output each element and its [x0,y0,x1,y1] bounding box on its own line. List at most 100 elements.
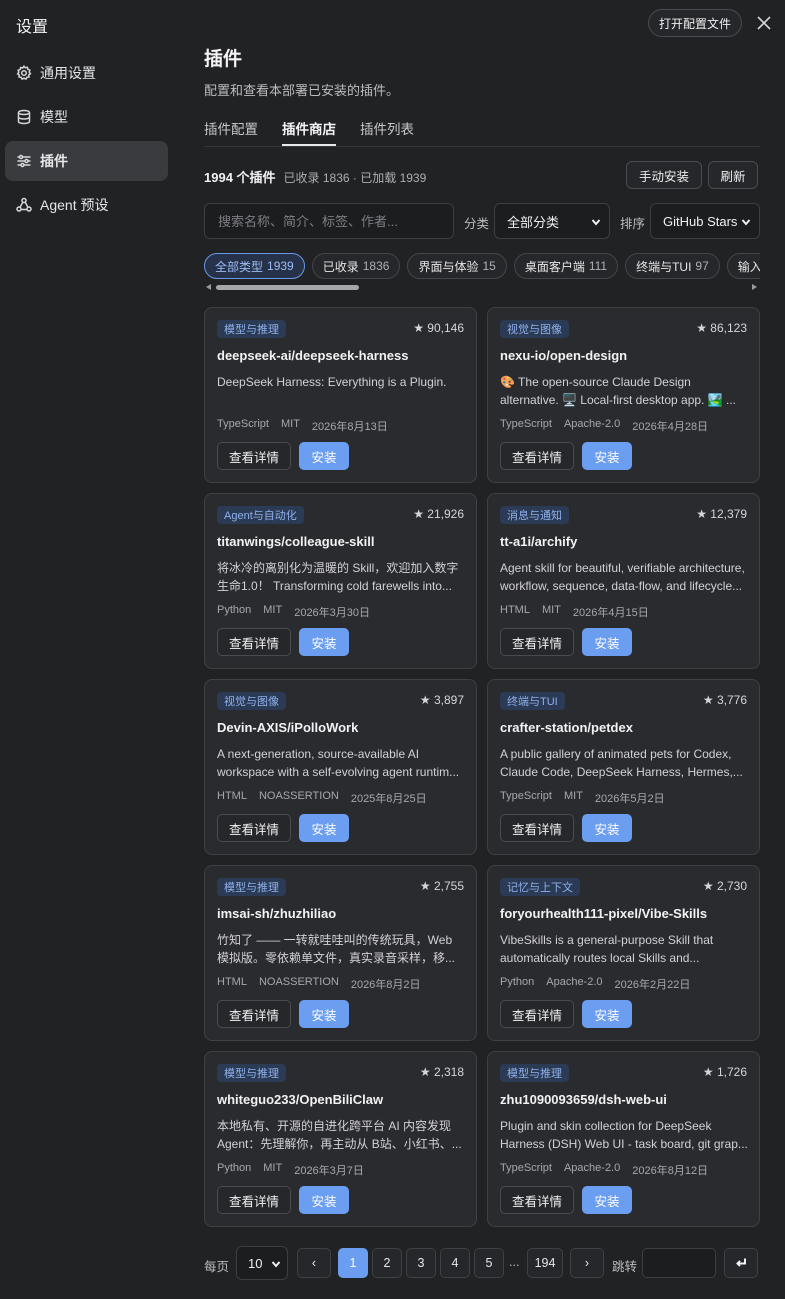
view-details-button[interactable]: 查看详情 [217,814,291,842]
sidebar-item-models[interactable]: 模型 [5,97,168,137]
category-tag: 模型与推理 [217,1064,286,1082]
plugin-meta: Python MIT 2026年3月30日 [217,604,382,620]
view-details-button[interactable]: 查看详情 [500,814,574,842]
filter-chip[interactable]: 已收录 1836 [311,253,401,279]
page-button[interactable]: 4 [440,1248,470,1278]
install-button[interactable]: 安装 [582,1186,632,1214]
scroll-left-arrow-icon[interactable] [206,284,211,290]
prev-page-button[interactable]: ‹ [297,1248,331,1278]
jump-page-input[interactable] [642,1248,716,1278]
close-button[interactable] [754,13,774,33]
plugin-meta: Python MIT 2026年3月7日 [217,1162,376,1178]
agent-icon [16,197,32,212]
plugin-description: 竹知了 —— 一转就哇哇叫的传统玩具，Web 模拟版。零依赖单文件，真实录音采样… [217,933,456,965]
sidebar-item-agent-presets[interactable]: Agent 预设 [5,185,168,225]
filter-chip[interactable]: 界面与体验 15 [407,253,507,279]
plugin-description: DeepSeek Harness: Everything is a Plugin… [217,375,447,389]
page-button-last[interactable]: 194 [527,1248,563,1278]
view-details-button[interactable]: 查看详情 [500,628,574,656]
plugin-card: 模型与推理 ★ 90,146 deepseek-ai/deepseek-harnes… [204,307,477,483]
plugin-meta: TypeScript MIT 2026年5月2日 [500,790,677,806]
install-button[interactable]: 安装 [582,1000,632,1028]
pagination-ellipsis: ... [509,1255,520,1269]
view-details-button[interactable]: 查看详情 [217,628,291,656]
database-icon [17,109,31,125]
enter-icon [736,1258,746,1267]
plugin-license: Apache-2.0 [563,1162,621,1174]
category-tag: 模型与推理 [217,320,286,338]
plugin-repo-name: deepseek-ai/deepseek-harness [217,348,409,363]
install-button[interactable]: 安装 [299,1000,349,1028]
plugin-updated-date: 2026年8月2日 [350,979,421,991]
sort-select[interactable]: GitHub Stars [650,203,760,239]
install-button[interactable]: 安装 [299,814,349,842]
sidebar-item-general[interactable]: 通用设置 [5,53,168,93]
plugin-count: 1994 个插件 已收录 1836 · 已加载 1939 [204,167,426,186]
sidebar-item-label: 插件 [40,153,68,169]
sort-label: 排序 [620,217,646,231]
install-button[interactable]: 安装 [582,814,632,842]
plugin-repo-name: Devin-AXIS/iPolloWork [217,720,359,735]
page-button[interactable]: 5 [474,1248,504,1278]
category-tag: 视觉与图像 [500,320,569,338]
plugin-description: Agent skill for beautiful, verifiable ar… [500,561,745,593]
filter-chip-count: 111 [588,259,608,273]
install-button[interactable]: 安装 [582,628,632,656]
install-button[interactable]: 安装 [582,442,632,470]
filter-chip[interactable]: 桌面客户端 111 [513,253,619,279]
open-config-file-button[interactable]: 打开配置文件 [648,9,742,37]
tab-plugin-store[interactable]: 插件商店 [282,118,336,146]
view-details-button[interactable]: 查看详情 [500,1000,574,1028]
plugin-repo-name: zhu1090093659/dsh-web-ui [500,1092,667,1107]
plugin-updated-date: 2026年4月15日 [572,607,649,619]
install-button[interactable]: 安装 [299,442,349,470]
filter-chip-count: 15 [482,259,496,273]
scroll-right-arrow-icon[interactable] [752,284,757,290]
filter-chip[interactable]: 输入与 [726,253,760,279]
per-page-select[interactable]: 10 [236,1246,288,1280]
category-tag: Agent与自动化 [217,506,304,524]
sidebar-title: 设置 [16,19,49,36]
star-count: ★ 90,146 [413,321,464,335]
manual-install-button[interactable]: 手动安装 [626,161,702,189]
plugin-card: 模型与推理 ★ 2,318 whiteguo233/OpenBiliClaw 本地私有… [204,1051,477,1227]
chevron-down-icon [591,219,601,226]
sidebar-item-plugins[interactable]: 插件 [5,141,168,181]
refresh-button[interactable]: 刷新 [708,161,758,189]
category-select-value: 全部分类 [507,214,560,230]
page-button[interactable]: 1 [338,1248,368,1278]
view-details-button[interactable]: 查看详情 [217,442,291,470]
sort-select-value: GitHub Stars [663,213,738,229]
search-input[interactable] [204,203,454,239]
plugin-description: 🎨 The open-source Claude Design alternat… [500,375,736,407]
plugin-card: 消息与通知 ★ 12,379 tt-a1i/archify Agent skill f… [487,493,760,669]
filter-chip[interactable]: 全部类型 1939 [204,253,305,279]
plugin-repo-name: whiteguo233/OpenBiliClaw [217,1092,384,1107]
plugin-updated-date: 2026年5月2日 [594,793,665,805]
chips-scrollbar[interactable] [216,285,359,290]
chevron-down-icon [271,1261,281,1268]
category-select[interactable]: 全部分类 [494,203,610,239]
tab-plugin-list[interactable]: 插件列表 [360,118,414,146]
view-details-button[interactable]: 查看详情 [500,1186,574,1214]
install-button[interactable]: 安装 [299,628,349,656]
category-tag: 视觉与图像 [217,692,286,710]
tab-plugin-config[interactable]: 插件配置 [204,118,258,146]
filter-chip-label: 全部类型 [215,259,264,274]
view-details-button[interactable]: 查看详情 [217,1000,291,1028]
view-details-button[interactable]: 查看详情 [500,442,574,470]
star-count: ★ 2,730 [702,879,747,893]
install-button[interactable]: 安装 [299,1186,349,1214]
plugin-language: TypeScript [217,418,269,430]
page-button[interactable]: 3 [406,1248,436,1278]
filter-chip-count: 1939 [267,259,294,273]
sidebar-item-label: Agent 预设 [40,197,109,213]
next-page-button[interactable]: › [570,1248,604,1278]
jump-go-button[interactable] [724,1248,758,1278]
page-button[interactable]: 2 [372,1248,402,1278]
filter-chip-label: 桌面客户端 [524,259,585,274]
filter-chip[interactable]: 终端与TUI 97 [625,253,720,279]
plugin-description: 将冰冷的离别化为温暖的 Skill，欢迎加入数字生命1.0！ Transform… [217,561,459,593]
plugin-meta: HTML NOASSERTION 2026年8月2日 [217,976,433,992]
view-details-button[interactable]: 查看详情 [217,1186,291,1214]
